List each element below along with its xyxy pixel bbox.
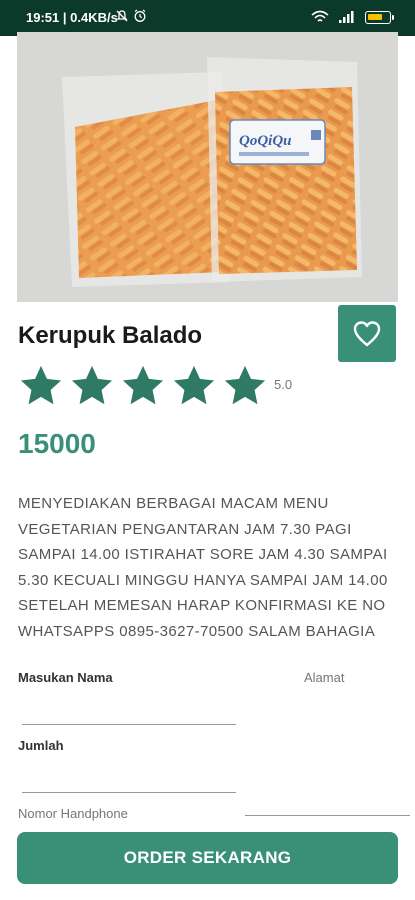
battery-icon (365, 10, 394, 24)
order-button[interactable]: ORDER SEKARANG (17, 832, 398, 884)
product-description: MENYEDIAKAN BERBAGAI MACAM MENU VEGETARI… (18, 495, 388, 640)
name-label: Masukan Nama (18, 670, 113, 685)
product-image: QoQiQu (17, 32, 398, 302)
status-bar: 19:51 | 0.4KB/s (0, 0, 415, 36)
address-input[interactable] (245, 815, 410, 816)
notification-muted-icon (116, 10, 128, 22)
product-photo: QoQiQu (17, 32, 398, 302)
address-label: Alamat (304, 670, 345, 685)
star-icon (224, 365, 266, 405)
status-notifications (115, 9, 147, 23)
name-input[interactable] (22, 724, 236, 725)
product-price: 15000 (18, 428, 96, 459)
product-title: Kerupuk Balado (18, 322, 203, 349)
quantity-label: Jumlah (18, 738, 64, 753)
rating-value: 5.0 (274, 376, 293, 392)
alarm-icon (134, 9, 146, 22)
rating: 5.0 (18, 363, 292, 409)
status-time: 19:51 | 0.4KB/s (26, 10, 118, 25)
star-icon (173, 365, 215, 405)
phone-label: Nomor Handphone (18, 806, 128, 821)
wifi-icon (311, 10, 329, 22)
favorite-button[interactable] (338, 305, 396, 362)
star-icon (122, 365, 164, 405)
quantity-input[interactable] (22, 792, 236, 793)
heart-outline-icon (353, 320, 381, 346)
status-system-icons (311, 10, 394, 24)
star-icon (20, 365, 62, 405)
star-icon (71, 365, 113, 405)
package-label: QoQiQu (239, 133, 292, 149)
signal-icon (339, 11, 354, 23)
